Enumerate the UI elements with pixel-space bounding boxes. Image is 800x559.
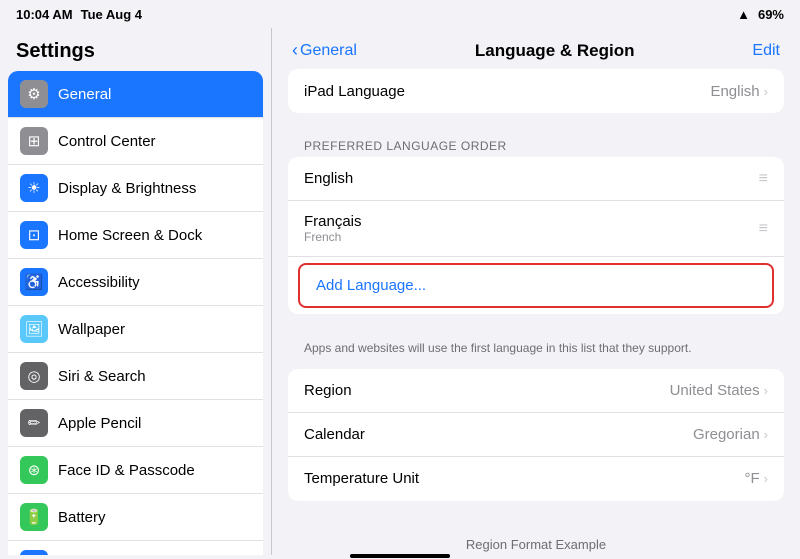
ipad-language-value: English [710,83,759,100]
preferred-language-card: English ≡ Français French ≡ Add Language… [288,157,784,314]
temperature-chevron-icon: › [764,471,768,486]
region-format-section: Region Format Example 12:34 AM Saturday,… [288,521,784,555]
face-id-icon: ⊛ [20,456,48,484]
sidebar-label-control-center: Control Center [58,133,156,150]
status-bar: 10:04 AM Tue Aug 4 ▲ 69% [0,0,800,28]
ipad-language-value-group: English › [710,83,768,100]
sidebar-label-accessibility: Accessibility [58,274,140,291]
region-value-group: United States › [670,382,768,399]
calendar-label: Calendar [304,426,365,443]
sidebar: Settings ⚙ General ⊞ Control Center ☀ Di… [0,28,272,555]
region-format-title: Region Format Example [304,537,768,552]
add-language-button[interactable]: Add Language... [298,263,774,308]
back-label: General [300,42,357,60]
page-title: Language & Region [475,41,635,61]
region-label: Region [304,382,352,399]
preferred-language-header: PREFERRED LANGUAGE ORDER [288,133,784,157]
home-indicator [350,554,450,558]
sidebar-label-home-screen: Home Screen & Dock [58,227,202,244]
ipad-language-label: iPad Language [304,83,405,100]
status-date: Tue Aug 4 [81,7,142,22]
status-right: ▲ 69% [737,7,784,22]
status-time: 10:04 AM [16,7,73,22]
general-icon: ⚙ [20,80,48,108]
sidebar-item-wallpaper[interactable]: 🖼 Wallpaper [8,306,263,353]
sidebar-label-siri-search: Siri & Search [58,368,146,385]
temperature-value-group: °F › [744,470,768,487]
french-lang-info: Français French [304,213,362,244]
region-row[interactable]: Region United States › [288,369,784,413]
sidebar-label-display-brightness: Display & Brightness [58,180,196,197]
control-center-icon: ⊞ [20,127,48,155]
temperature-label: Temperature Unit [304,470,419,487]
sidebar-item-siri-search[interactable]: ◎ Siri & Search [8,353,263,400]
reorder-icon-english: ≡ [759,170,768,188]
region-chevron-icon: › [764,383,768,398]
main-layout: Settings ⚙ General ⊞ Control Center ☀ Di… [0,28,800,555]
wallpaper-icon: 🖼 [20,315,48,343]
bottom-bar [0,555,800,559]
sidebar-label-face-id: Face ID & Passcode [58,462,195,479]
back-button[interactable]: ‹ General [292,40,357,61]
sidebar-item-accessibility[interactable]: ♿ Accessibility [8,259,263,306]
sidebar-item-control-center[interactable]: ⊞ Control Center [8,118,263,165]
privacy-icon: ✋ [20,550,48,555]
sidebar-title: Settings [0,28,271,71]
edit-button[interactable]: Edit [752,42,780,60]
siri-icon: ◎ [20,362,48,390]
calendar-value-group: Gregorian › [693,426,768,443]
battery-icon: 🔋 [20,503,48,531]
temperature-value: °F [744,470,759,487]
battery-level: 69% [758,7,784,22]
apple-pencil-icon: ✏ [20,409,48,437]
sidebar-group-1: ⚙ General ⊞ Control Center ☀ Display & B… [8,71,263,555]
add-language-container: Add Language... [288,257,784,314]
reorder-icon-french: ≡ [759,220,768,238]
sidebar-item-home-screen[interactable]: ⊡ Home Screen & Dock [8,212,263,259]
sidebar-label-wallpaper: Wallpaper [58,321,125,338]
language-name-french: Français [304,213,362,230]
language-row-french[interactable]: Français French ≡ [288,201,784,257]
sidebar-label-apple-pencil: Apple Pencil [58,415,141,432]
temperature-row[interactable]: Temperature Unit °F › [288,457,784,501]
content-panel: ‹ General Language & Region Edit iPad La… [272,28,800,555]
sidebar-item-battery[interactable]: 🔋 Battery [8,494,263,541]
accessibility-icon: ♿ [20,268,48,296]
sidebar-item-face-id[interactable]: ⊛ Face ID & Passcode [8,447,263,494]
sidebar-item-apple-pencil[interactable]: ✏ Apple Pencil [8,400,263,447]
ipad-language-chevron-icon: › [764,84,768,99]
region-value: United States [670,382,760,399]
language-row-english[interactable]: English ≡ [288,157,784,201]
language-subname-french: French [304,230,362,244]
content-header: ‹ General Language & Region Edit [272,28,800,69]
wifi-icon: ▲ [737,7,750,22]
display-brightness-icon: ☀ [20,174,48,202]
calendar-row[interactable]: Calendar Gregorian › [288,413,784,457]
sidebar-label-battery: Battery [58,509,106,526]
sidebar-item-privacy[interactable]: ✋ Privacy [8,541,263,555]
sidebar-item-display-brightness[interactable]: ☀ Display & Brightness [8,165,263,212]
sidebar-label-general: General [58,86,111,103]
home-screen-icon: ⊡ [20,221,48,249]
back-chevron-icon: ‹ [292,40,298,61]
ipad-language-card: iPad Language English › [288,69,784,113]
region-settings-card: Region United States › Calendar Gregoria… [288,369,784,501]
status-left: 10:04 AM Tue Aug 4 [16,7,142,22]
sidebar-item-general[interactable]: ⚙ General [8,71,263,118]
content-body: iPad Language English › PREFERRED LANGUA… [272,69,800,555]
ipad-language-row[interactable]: iPad Language English › [288,69,784,113]
language-note: Apps and websites will use the first lan… [288,334,784,369]
calendar-value: Gregorian [693,426,760,443]
calendar-chevron-icon: › [764,427,768,442]
language-name-english: English [304,170,353,187]
